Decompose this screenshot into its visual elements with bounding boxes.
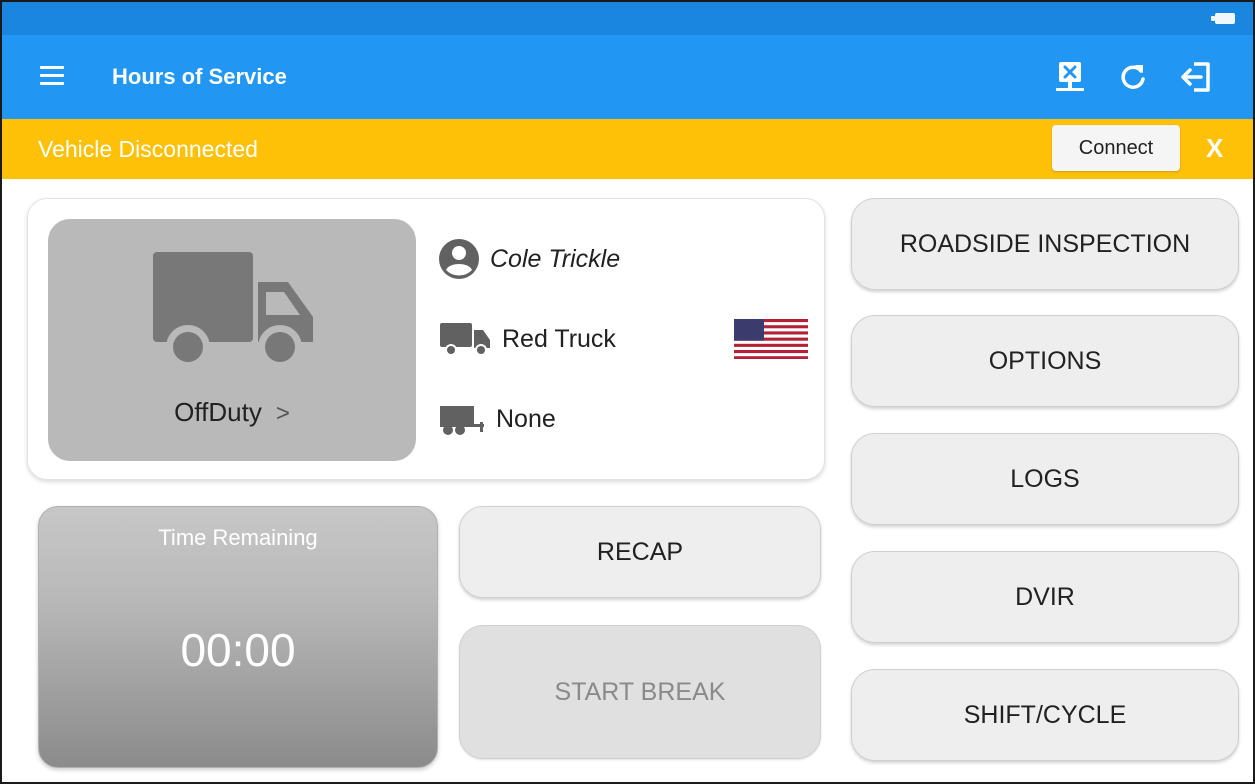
logout-icon[interactable] <box>1176 57 1216 97</box>
duty-status-tile[interactable]: OffDuty > <box>48 219 416 461</box>
battery-icon <box>1211 13 1235 24</box>
chevron-right-icon: > <box>275 400 290 427</box>
connect-button[interactable]: Connect <box>1052 125 1180 171</box>
time-remaining-title: Time Remaining <box>158 525 318 550</box>
vehicle-disconnected-banner: Vehicle Disconnected Connect X <box>2 119 1253 179</box>
network-disconnected-icon[interactable] <box>1050 57 1090 97</box>
duty-status-text: OffDuty <box>174 397 262 427</box>
driver-row: Cole Trickle <box>438 239 620 279</box>
app-screen: Hours of Service Vehicle Disconnected Co… <box>0 0 1255 784</box>
vehicle-truck-icon <box>440 323 490 356</box>
trailer-name: None <box>496 404 556 433</box>
dvir-button[interactable]: DVIR <box>851 551 1239 643</box>
system-status-bar <box>2 2 1253 35</box>
options-button[interactable]: OPTIONS <box>851 315 1239 407</box>
trailer-row: None <box>438 399 556 439</box>
start-break-button[interactable]: START BREAK <box>459 625 821 759</box>
trailer-icon <box>440 406 484 435</box>
driver-name: Cole Trickle <box>490 244 621 273</box>
refresh-icon[interactable] <box>1113 57 1153 97</box>
app-bar: Hours of Service <box>2 35 1253 119</box>
recap-button[interactable]: RECAP <box>459 506 821 598</box>
roadside-inspection-button[interactable]: ROADSIDE INSPECTION <box>851 198 1239 290</box>
duty-status-label: OffDuty > <box>48 397 416 428</box>
close-banner-button[interactable]: X <box>1206 133 1223 164</box>
us-flag-icon <box>734 319 808 359</box>
hamburger-menu-icon[interactable] <box>40 66 64 88</box>
banner-message: Vehicle Disconnected <box>38 136 258 162</box>
time-remaining-card: Time Remaining 00:00 <box>38 506 438 768</box>
vehicle-name: Red Truck <box>502 324 616 353</box>
truck-icon <box>153 252 313 369</box>
logs-button[interactable]: LOGS <box>851 433 1239 525</box>
shift-cycle-button[interactable]: SHIFT/CYCLE <box>851 669 1239 761</box>
vehicle-row: Red Truck <box>438 319 616 359</box>
driver-info-card: OffDuty > Cole Trickle Red Truck None <box>27 198 825 480</box>
time-remaining-value: 00:00 <box>180 624 296 676</box>
page-title: Hours of Service <box>112 64 287 89</box>
account-circle-icon <box>439 239 479 279</box>
